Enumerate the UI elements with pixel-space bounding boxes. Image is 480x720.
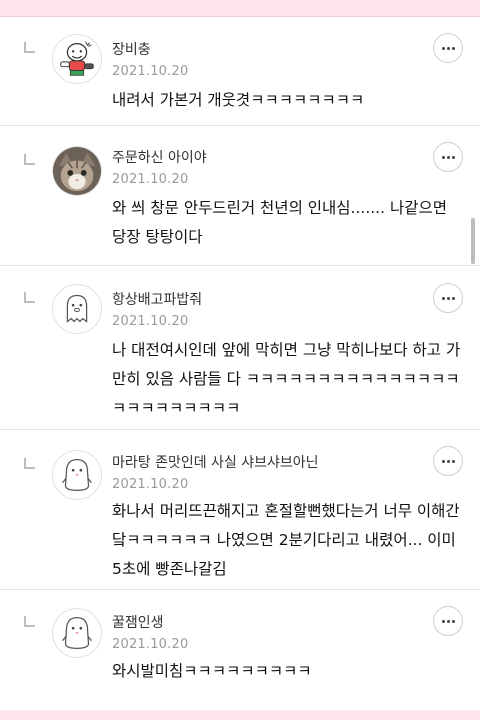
avatar[interactable] bbox=[52, 608, 102, 658]
comment-date: 2021.10.20 bbox=[112, 64, 189, 79]
default-penguin-icon bbox=[62, 459, 92, 491]
avatar[interactable] bbox=[52, 284, 102, 334]
comment-text: 화나서 머리뜨끈해지고 혼절할뻔했다는거 너무 이해간닼ㅋㅋㅋㅋㅋㅋ 나였으면 … bbox=[112, 502, 460, 578]
comment-item: 항상배고파밥줘 2021.10.20 나 대전여시인데 앞에 막히면 그냥 막히… bbox=[0, 266, 480, 430]
comment-nickname[interactable]: 장비충 bbox=[112, 39, 151, 59]
comment-date: 2021.10.20 bbox=[112, 477, 189, 492]
comment-item: 마라탕 존맛인데 사실 샤브샤브아닌 2021.10.20 화나서 머리뜨끈해지… bbox=[0, 430, 480, 590]
comment-item: 꿀잼인생 2021.10.20 와시발미침ㅋㅋㅋㅋㅋㅋㅋㅋㅋ bbox=[0, 590, 480, 710]
comment-nickname[interactable]: 마라탕 존맛인데 사실 샤브샤브아닌 bbox=[112, 452, 319, 472]
comment-text: 내려서 가본거 개웃겻ㅋㅋㅋㅋㅋㅋㅋㅋ bbox=[112, 91, 365, 109]
reply-arrow-icon bbox=[24, 292, 35, 303]
comment-nickname[interactable]: 항상배고파밥줘 bbox=[112, 289, 202, 309]
more-options-button[interactable] bbox=[433, 33, 463, 63]
avatar[interactable] bbox=[52, 34, 102, 84]
reply-arrow-icon bbox=[24, 458, 35, 469]
avatar[interactable] bbox=[52, 450, 102, 500]
comment-date: 2021.10.20 bbox=[112, 314, 189, 329]
comment-date: 2021.10.20 bbox=[112, 637, 189, 652]
top-accent-bar bbox=[0, 0, 480, 17]
comment-item: 주문하신 아이야 2021.10.20 와 씌 창문 안두드린거 천년의 인내심… bbox=[0, 126, 480, 266]
comment-date: 2021.10.20 bbox=[112, 172, 189, 187]
scrollbar[interactable] bbox=[471, 218, 475, 264]
comment-nickname[interactable]: 꿀잼인생 bbox=[112, 612, 164, 632]
reply-arrow-icon bbox=[24, 616, 35, 627]
reply-arrow-icon bbox=[24, 42, 35, 53]
more-options-button[interactable] bbox=[433, 606, 463, 636]
comment-text: 나 대전여시인데 앞에 막히면 그냥 막히나보다 하고 가만히 있음 사람들 다… bbox=[112, 341, 461, 417]
default-ghost-icon bbox=[66, 294, 88, 323]
more-options-button[interactable] bbox=[433, 283, 463, 313]
more-options-button[interactable] bbox=[433, 446, 463, 476]
comment-text: 와 씌 창문 안두드린거 천년의 인내심....... 나같으면 당장 탕탕이다 bbox=[112, 199, 447, 246]
bottom-accent-bar bbox=[0, 710, 480, 720]
default-penguin-icon bbox=[62, 617, 92, 649]
more-options-button[interactable] bbox=[433, 142, 463, 172]
comment-text: 와시발미침ㅋㅋㅋㅋㅋㅋㅋㅋㅋ bbox=[112, 662, 312, 680]
comment-nickname[interactable]: 주문하신 아이야 bbox=[112, 147, 207, 167]
comment-item: 장비충 2021.10.20 내려서 가본거 개웃겻ㅋㅋㅋㅋㅋㅋㅋㅋ bbox=[0, 16, 480, 126]
cat-photo-icon bbox=[53, 147, 101, 195]
comment-list: 장비충 2021.10.20 내려서 가본거 개웃겻ㅋㅋㅋㅋㅋㅋㅋㅋ 주문하신 … bbox=[0, 16, 480, 710]
avatar[interactable] bbox=[52, 146, 102, 196]
reply-arrow-icon bbox=[24, 154, 35, 165]
cartoon-character-icon bbox=[60, 41, 94, 76]
